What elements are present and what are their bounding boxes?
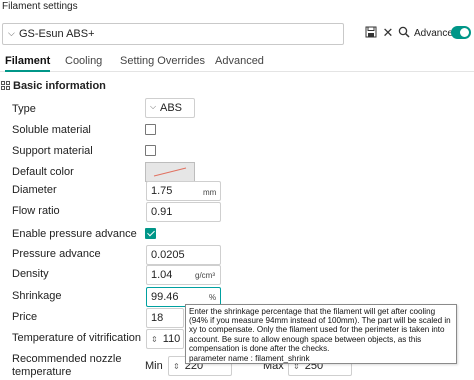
nozzle-label-line1: Recommended nozzle [12,353,122,365]
diameter-input[interactable]: 1.75 mm [146,181,221,201]
color-label: Default color [12,166,74,178]
row-density: Density 1.04 g/cm³ [0,265,474,285]
pa-label: Pressure advance [12,248,101,260]
vitrification-value: 110 [162,333,181,345]
density-value: 1.04 [151,269,173,281]
diameter-unit: mm [203,188,217,197]
type-value: ABS [160,102,183,114]
support-label: Support material [12,145,93,157]
chevron-down-icon: ⌵ [8,28,15,38]
density-label: Density [12,268,49,280]
flow-label: Flow ratio [12,205,60,217]
row-soluble: Soluble material [0,121,474,141]
price-value: 18 [151,312,164,324]
tooltip-text: Enter the shrinkage percentage that the … [189,307,451,353]
type-select[interactable]: ⌵ ABS [145,98,195,118]
enable-pa-label: Enable pressure advance [12,228,137,240]
nozzle-label-line2: temperature [12,366,72,378]
price-label: Price [12,311,38,323]
enable-pa-checkbox[interactable] [145,228,156,239]
density-unit: g/cm³ [195,271,215,280]
tooltip-param: parameter name : filament_shrink [189,354,310,364]
row-pa: Pressure advance 0.0205 [0,245,474,265]
save-icon[interactable] [364,26,378,40]
tab-setting-overrides[interactable]: Setting Overrides [120,54,205,72]
shrinkage-value: 99.46 [151,291,179,303]
flow-value: 0.91 [151,206,173,218]
row-enable-pa: Enable pressure advance [0,225,474,245]
spin-arrows-icon: ⇕ [173,362,180,371]
color-swatch[interactable] [145,162,195,182]
vitrification-label: Temperature of vitrification [12,332,141,344]
shrinkage-label: Shrinkage [12,290,62,302]
row-color: Default color [0,162,474,183]
preset-name: GS-Esun ABS+ [19,28,95,40]
row-type: Type ⌵ ABS [0,98,474,120]
tab-filament[interactable]: Filament [5,54,51,72]
section-title: Basic information [13,80,106,92]
type-label: Type [12,103,36,115]
nozzle-min-label: Min [145,360,163,372]
row-flow: Flow ratio 0.91 [0,202,474,222]
shrinkage-unit: % [209,293,217,302]
window-title: Filament settings [2,1,78,12]
pa-input[interactable]: 0.0205 [146,245,221,265]
support-checkbox[interactable] [145,145,156,156]
vitrification-input[interactable]: ⇕ 110 [146,329,184,349]
chevron-down-icon: ⌵ [150,102,157,111]
close-icon[interactable]: ✕ [381,26,395,40]
advanced-toggle[interactable] [451,26,471,39]
soluble-checkbox[interactable] [145,124,156,135]
soluble-label: Soluble material [12,124,91,136]
preset-toolbar: ⌵ GS-Esun ABS+ ✕ Advanced [2,23,474,46]
flow-input[interactable]: 0.91 [146,202,221,222]
spin-arrows-icon: ⇕ [151,335,158,344]
preset-combo[interactable]: ⌵ GS-Esun ABS+ [2,23,344,45]
shrinkage-tooltip: Enter the shrinkage percentage that the … [185,304,457,364]
tab-advanced[interactable]: Advanced [215,54,264,72]
search-icon[interactable] [397,26,411,40]
row-diameter: Diameter 1.75 mm [0,181,474,201]
diameter-label: Diameter [12,184,57,196]
diameter-value: 1.75 [151,185,173,197]
row-support: Support material [0,142,474,162]
pa-value: 0.0205 [151,249,185,261]
grid-icon [1,81,10,90]
tab-cooling[interactable]: Cooling [65,54,102,72]
price-input[interactable]: 18 [146,308,184,328]
tab-bar: Filament Cooling Setting Overrides Advan… [0,54,474,72]
section-header: Basic information [0,79,474,95]
density-input[interactable]: 1.04 g/cm³ [146,265,221,285]
